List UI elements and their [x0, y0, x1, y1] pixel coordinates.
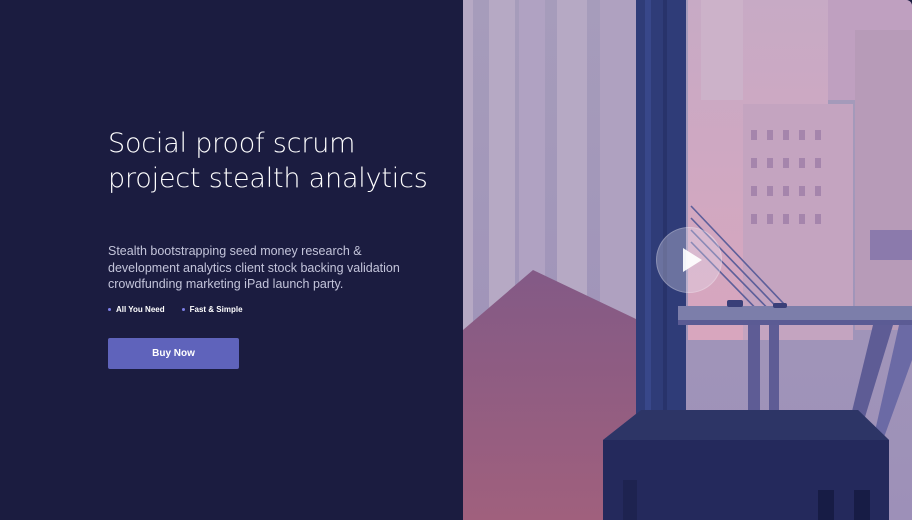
- feature-list: All You Need Fast & Simple: [108, 305, 243, 314]
- feature-label: Fast & Simple: [189, 305, 243, 314]
- hero-text-panel: Social proof scrum project stealth analy…: [0, 0, 463, 520]
- play-video-button[interactable]: [656, 227, 722, 293]
- hero-section: Social proof scrum project stealth analy…: [0, 0, 912, 520]
- hero-headline: Social proof scrum project stealth analy…: [108, 128, 428, 194]
- feature-item: Fast & Simple: [181, 305, 243, 314]
- bullet-icon: [181, 308, 185, 311]
- feature-item: All You Need: [108, 305, 165, 314]
- buy-now-button[interactable]: Buy Now: [108, 338, 239, 369]
- hero-subtext: Stealth bootstrapping seed money researc…: [108, 244, 400, 291]
- play-icon: [683, 248, 702, 272]
- bullet-icon: [108, 308, 111, 311]
- feature-label: All You Need: [116, 305, 165, 314]
